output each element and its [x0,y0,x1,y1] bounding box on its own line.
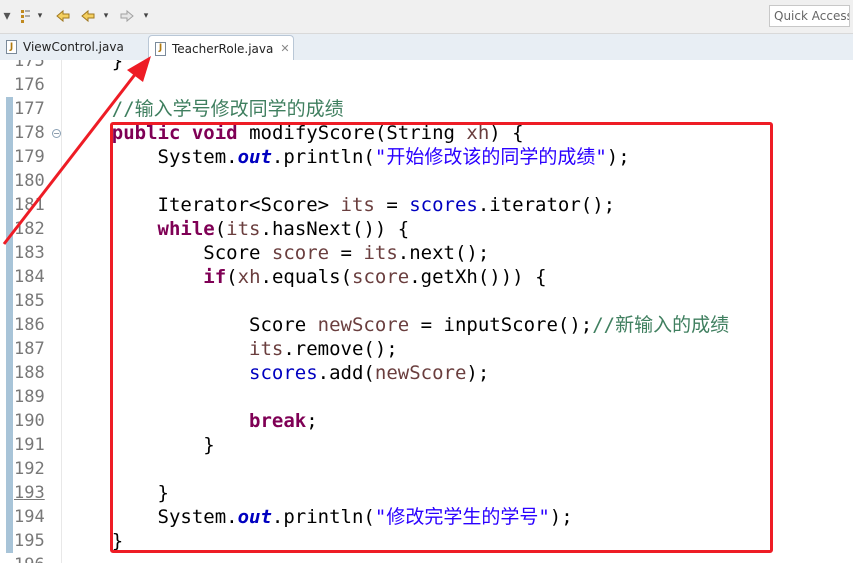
line-number: 189 [14,387,45,407]
toolbar-icon-dropdown[interactable]: ▾ [35,6,45,26]
java-file-icon: J [6,40,17,54]
change-marker [6,241,13,265]
change-marker [6,481,13,505]
line-number: 185 [14,291,45,311]
line-number: 179 [14,147,45,167]
highlight-box [110,122,773,553]
java-file-icon: J [155,41,166,56]
change-marker [6,169,13,193]
editor-tab-bar: J ViewControl.java J TeacherRole.java ✕ [0,34,853,61]
change-marker [6,193,13,217]
change-marker [6,529,13,553]
change-marker [6,409,13,433]
line-number: 178 [14,123,45,143]
line-number: 190 [14,411,45,431]
code-line[interactable]: } [66,60,123,73]
tab-label: ViewControl.java [23,40,124,54]
line-number: 187 [14,339,45,359]
last-edit-location-icon[interactable] [54,6,72,26]
change-marker [6,433,13,457]
line-number: 186 [14,315,45,335]
change-marker [6,265,13,289]
back-dropdown[interactable]: ▾ [101,6,111,26]
code-line[interactable]: //输入学号修改同学的成绩 [66,97,344,121]
line-number: 193 [14,483,45,503]
change-marker [6,457,13,481]
code-token: //输入学号修改同学的成绩 [111,98,344,120]
line-number: 194 [14,507,45,527]
change-marker [6,505,13,529]
line-number: 180 [14,171,45,191]
line-number: 176 [14,75,45,95]
line-number: 192 [14,459,45,479]
toolbar-dropdown-arrow[interactable]: ▾ [2,6,12,26]
change-marker [6,97,13,121]
change-marker [6,289,13,313]
forward-icon[interactable] [118,6,136,26]
change-marker [6,337,13,361]
line-number: 195 [14,531,45,551]
change-marker [6,361,13,385]
tab-viewcontrol[interactable]: J ViewControl.java [0,35,144,59]
back-icon[interactable] [79,6,97,26]
change-marker [6,313,13,337]
change-marker [6,217,13,241]
code-token: } [66,60,124,72]
line-number: 183 [14,243,45,263]
line-number: 196 [14,553,54,563]
line-number: 182 [14,219,45,239]
change-marker [6,145,13,169]
main-toolbar: ▾ ▾ ▾ ▾ Quick Access [0,0,853,34]
change-marker [6,385,13,409]
line-number: 188 [14,363,45,383]
close-icon[interactable]: ✕ [280,42,289,55]
tab-label: TeacherRole.java [172,41,274,56]
line-number: 191 [14,435,45,455]
fold-toggle-icon[interactable]: − [52,129,61,138]
line-number: 181 [14,195,45,215]
line-number: 177 [14,99,45,119]
toolbar-icon[interactable] [16,6,34,26]
tab-teacherrole[interactable]: J TeacherRole.java ✕ [148,35,294,61]
change-marker [6,121,13,145]
line-number: 184 [14,267,45,287]
line-number: 175 [14,60,45,71]
forward-dropdown[interactable]: ▾ [141,6,151,26]
annotation-ruler [0,60,14,563]
quick-access-input[interactable]: Quick Access [769,5,850,27]
